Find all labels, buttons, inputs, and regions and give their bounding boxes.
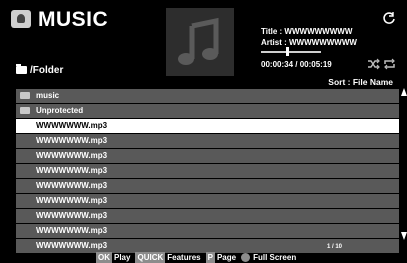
- track-title: Title : WWWWWWWWW: [261, 27, 353, 36]
- page-key[interactable]: P: [205, 251, 215, 263]
- quick-key[interactable]: QUICK: [135, 251, 166, 263]
- music-note-icon: [178, 17, 219, 65]
- list-item-folder-unprotected[interactable]: Unprotected: [16, 104, 399, 118]
- list-item-file-selected[interactable]: WWWWWWW.mp3: [16, 119, 399, 133]
- list-item-folder-music[interactable]: music: [16, 89, 399, 103]
- page-hint: Page: [216, 252, 237, 262]
- folder-path: /Folder: [16, 64, 63, 76]
- repeat-icon[interactable]: [383, 58, 396, 70]
- page-indicator: 1 / 10: [327, 244, 343, 250]
- list-item-label: WWWWWWW.mp3: [36, 211, 108, 221]
- header: MUSIC /Folder Title : WWWWWWWWW Artist :…: [0, 0, 407, 87]
- folder-icon: [20, 107, 30, 114]
- progress-knob[interactable]: [286, 47, 289, 56]
- list-item-label: WWWWWWW.mp3: [36, 136, 108, 146]
- track-artist: Artist : WWWWWWWWW: [261, 38, 357, 47]
- list-item-label: Unprotected: [36, 106, 84, 116]
- album-art: [166, 8, 234, 76]
- playback-time: 00:00:34 / 00:05:19: [261, 60, 332, 69]
- list-item-label: WWWWWWW.mp3: [36, 241, 108, 251]
- shuffle-icon[interactable]: [367, 58, 380, 70]
- list-item-file[interactable]: WWWWWWW.mp3: [16, 209, 399, 223]
- list-item-file[interactable]: WWWWWWW.mp3: [16, 179, 399, 193]
- ok-key[interactable]: OK: [96, 251, 112, 263]
- folder-icon: [20, 92, 30, 99]
- refresh-icon[interactable]: [382, 11, 396, 25]
- music-app-icon: [11, 10, 31, 28]
- scroll-up-icon[interactable]: [401, 88, 407, 96]
- features-hint: Features: [167, 252, 201, 262]
- list-item-file[interactable]: WWWWWWW.mp3: [16, 164, 399, 178]
- play-hint: Play: [114, 252, 131, 262]
- list-item-label: WWWWWWW.mp3: [36, 121, 108, 131]
- folder-icon: [16, 64, 27, 74]
- folder-path-label: /Folder: [30, 64, 64, 76]
- list-item-label: WWWWWWW.mp3: [36, 181, 108, 191]
- scroll-down-icon[interactable]: [401, 232, 407, 240]
- list-item-label: WWWWWWW.mp3: [36, 226, 108, 236]
- progress-bar[interactable]: [261, 51, 321, 53]
- list-item-file[interactable]: WWWWWWW.mp3: [16, 149, 399, 163]
- fullscreen-hint: Full Screen: [253, 252, 297, 262]
- list-item-label: WWWWWWW.mp3: [36, 166, 108, 176]
- list-item-file[interactable]: WWWWWWW.mp3: [16, 194, 399, 208]
- list-item-file[interactable]: WWWWWWW.mp3: [16, 224, 399, 238]
- fullscreen-dot-icon[interactable]: [241, 252, 251, 262]
- list-item-file[interactable]: WWWWWWW.mp3: [16, 134, 399, 148]
- footer-hints: OK Play QUICK Features P Page Full Scree…: [96, 251, 301, 263]
- app-title: MUSIC: [38, 8, 109, 31]
- sort-label[interactable]: Sort : File Name: [328, 77, 393, 87]
- list-item-label: WWWWWWW.mp3: [36, 196, 108, 206]
- list-item-label: WWWWWWW.mp3: [36, 151, 108, 161]
- list-item-label: music: [36, 91, 60, 101]
- track-info: Title : WWWWWWWWW Artist : WWWWWWWWW: [261, 26, 357, 48]
- file-list: music Unprotected WWWWWWW.mp3 WWWWWWW.mp…: [16, 89, 399, 254]
